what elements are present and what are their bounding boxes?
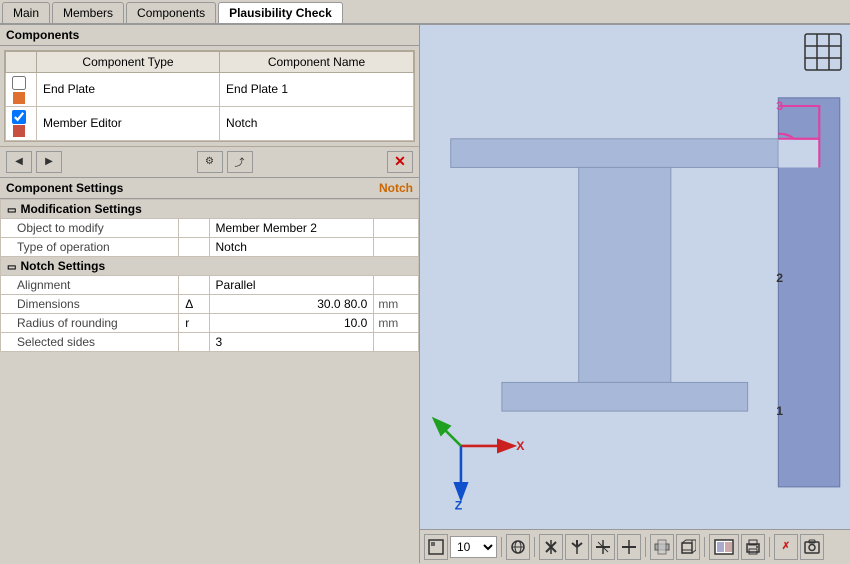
component-color-1 <box>13 125 25 137</box>
setting-value: 10.0 <box>209 313 374 332</box>
component-name-0: End Plate 1 <box>220 73 414 107</box>
setting-symbol <box>179 332 209 351</box>
svg-text:X: X <box>516 439 525 453</box>
fit-view-button[interactable] <box>424 534 448 560</box>
tab-main[interactable]: Main <box>2 2 50 23</box>
table-row: Member Editor Notch <box>6 106 414 140</box>
setting-label: Selected sides <box>1 332 179 351</box>
settings-header: Component Settings Notch <box>0 177 419 199</box>
tab-bar: Main Members Components Plausibility Che… <box>0 0 850 25</box>
shading-button[interactable] <box>650 534 674 560</box>
move-right-button[interactable]: ▶ <box>36 151 62 173</box>
component-color-0 <box>13 92 25 104</box>
component-toolbar: ◀ ▶ ⚙ ⤴ ✕ <box>0 146 419 177</box>
tab-components[interactable]: Components <box>126 2 216 23</box>
setting-row-alignment: Alignment Parallel <box>1 275 419 294</box>
setting-unit: mm <box>374 294 419 313</box>
component-checkbox-0[interactable] <box>12 76 26 90</box>
separator <box>645 537 646 557</box>
tab-plausibility-check[interactable]: Plausibility Check <box>218 2 343 23</box>
iso-y-button[interactable] <box>565 534 589 560</box>
setting-label: Dimensions <box>1 294 179 313</box>
setting-label: Type of operation <box>1 237 179 256</box>
collapse-icon-notch[interactable]: ▭ <box>7 262 16 273</box>
screenshot-button[interactable] <box>800 534 824 560</box>
setting-value: 3 <box>209 332 374 351</box>
setting-value: Parallel <box>209 275 374 294</box>
setting-symbol <box>179 237 209 256</box>
print-button[interactable] <box>741 534 765 560</box>
setting-row-object: Object to modify Member Member 2 <box>1 218 419 237</box>
iso-z-button[interactable] <box>591 534 615 560</box>
component-settings-section: Component Settings Notch ▭Modification S… <box>0 177 419 352</box>
setting-label: Object to modify <box>1 218 179 237</box>
setting-unit: mm <box>374 313 419 332</box>
component-type-0: End Plate <box>37 73 220 107</box>
settings-title: Component Settings <box>6 181 123 195</box>
setting-label: Alignment <box>1 275 179 294</box>
setting-row-sides: Selected sides 3 <box>1 332 419 351</box>
delete-button[interactable]: ✕ <box>387 151 413 173</box>
iso-nz-button[interactable] <box>617 534 641 560</box>
components-section: Components Component Type Component Name <box>0 25 419 146</box>
check-col-header <box>6 52 37 73</box>
components-table: Component Type Component Name End Plate <box>5 51 414 141</box>
svg-text:Z: Z <box>455 498 463 512</box>
settings-table: ▭Modification Settings Object to modify … <box>0 199 419 352</box>
components-area: Component Type Component Name End Plate <box>4 50 415 142</box>
settings-label: Notch <box>379 181 413 195</box>
component-checkbox-1[interactable] <box>12 110 26 124</box>
undo-button[interactable]: ✗ <box>774 534 798 560</box>
label-2: 2 <box>776 271 783 285</box>
tab-members[interactable]: Members <box>52 2 124 23</box>
setting-value: Member Member 2 <box>209 218 374 237</box>
setting-symbol: r <box>179 313 209 332</box>
setting-unit <box>374 332 419 351</box>
setting-unit <box>374 237 419 256</box>
setting-symbol <box>179 275 209 294</box>
table-row: End Plate End Plate 1 <box>6 73 414 107</box>
setting-row-operation: Type of operation Notch <box>1 237 419 256</box>
component-name-1: Notch <box>220 106 414 140</box>
separator <box>769 537 770 557</box>
setting-symbol: Δ <box>179 294 209 313</box>
collapse-icon[interactable]: ▭ <box>7 205 16 216</box>
iso-x-button[interactable] <box>539 534 563 560</box>
zoom-select[interactable]: 102550100 <box>450 536 497 558</box>
setting-unit <box>374 275 419 294</box>
separator <box>534 537 535 557</box>
export-button[interactable]: ⤴ <box>227 151 253 173</box>
setting-row-dimensions: Dimensions Δ 30.0 80.0 mm <box>1 294 419 313</box>
move-left-button[interactable]: ◀ <box>6 151 32 173</box>
viewport-svg: 3 2 1 X Z <box>420 25 850 529</box>
left-panel: Components Component Type Component Name <box>0 25 420 563</box>
viewport[interactable]: 3 2 1 X Z <box>420 25 850 529</box>
label-1: 1 <box>776 404 783 418</box>
add-button[interactable]: ⚙ <box>197 151 223 173</box>
setting-label: Radius of rounding <box>1 313 179 332</box>
right-panel: 3 2 1 X Z <box>420 25 850 563</box>
component-type-1: Member Editor <box>37 106 220 140</box>
setting-unit <box>374 218 419 237</box>
label-3: 3 <box>776 99 783 113</box>
render-button[interactable] <box>709 534 739 560</box>
components-header: Components <box>0 25 419 46</box>
setting-value: 30.0 80.0 <box>209 294 374 313</box>
setting-row-radius: Radius of rounding r 10.0 mm <box>1 313 419 332</box>
perspective-button[interactable] <box>506 534 530 560</box>
separator <box>501 537 502 557</box>
separator <box>704 537 705 557</box>
type-col-header: Component Type <box>37 52 220 73</box>
group-row-notch: ▭Notch Settings <box>1 256 419 275</box>
grid-view-icon[interactable] <box>804 33 842 74</box>
setting-value: Notch <box>209 237 374 256</box>
app-window: Main Members Components Plausibility Che… <box>0 0 850 563</box>
name-col-header: Component Name <box>220 52 414 73</box>
setting-symbol <box>179 218 209 237</box>
box-button[interactable] <box>676 534 700 560</box>
bottom-toolbar: 102550100 <box>420 529 850 563</box>
group-row-modification: ▭Modification Settings <box>1 199 419 218</box>
